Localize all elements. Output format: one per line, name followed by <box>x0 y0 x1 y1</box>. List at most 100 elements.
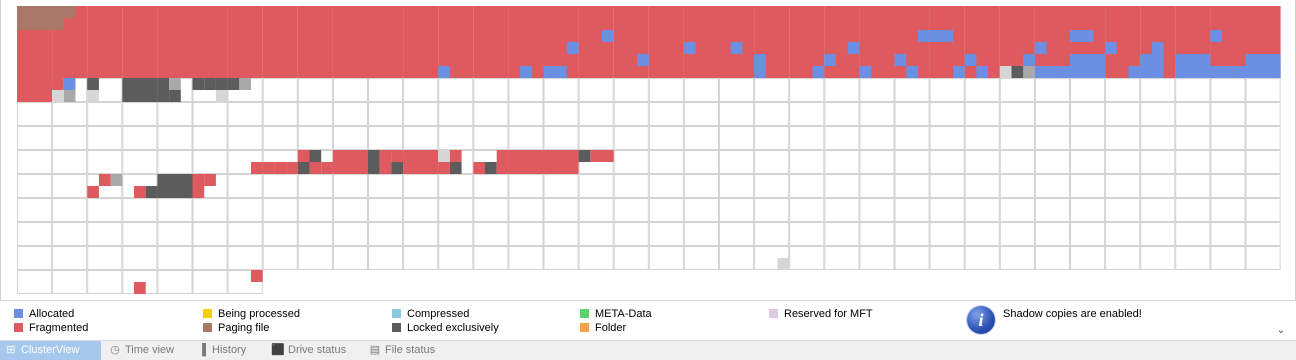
tab-file-status[interactable]: ▤ File status <box>364 341 440 360</box>
chevron-down-icon[interactable]: ⌄ <box>1274 324 1288 338</box>
cluster-block-fragmented <box>332 54 368 78</box>
cluster-block-free <box>192 150 228 174</box>
cluster-map-canvas[interactable] <box>1 0 1296 300</box>
cluster-cell <box>52 90 64 102</box>
cluster-block-free <box>1070 102 1106 126</box>
cluster-block-fragmented <box>1070 6 1106 30</box>
legend-label: META-Data <box>595 308 652 320</box>
cluster-block-locked <box>157 174 193 198</box>
cluster-view-map[interactable] <box>0 0 1296 300</box>
cluster-block-free <box>87 222 123 246</box>
cluster-block-free <box>1245 222 1281 246</box>
cluster-cell <box>999 66 1012 78</box>
cluster-block-free <box>438 198 474 222</box>
cluster-block-free <box>964 150 1000 174</box>
cluster-block-fragmented <box>262 6 298 30</box>
cluster-block-free <box>719 198 755 222</box>
cluster-cell <box>368 162 380 174</box>
cluster-cell <box>754 54 766 66</box>
cluster-block-free <box>403 246 439 270</box>
cluster-block-free <box>297 102 333 126</box>
cluster-block-free <box>227 126 263 150</box>
cluster-block-free <box>894 102 930 126</box>
cluster-block-free <box>648 78 684 102</box>
cluster-block-fragmented <box>648 30 684 54</box>
cluster-block-free <box>648 198 684 222</box>
cluster-cell <box>1023 66 1035 78</box>
cluster-cell <box>683 42 696 54</box>
cluster-cell <box>52 78 64 90</box>
cluster-cell <box>543 66 556 78</box>
cluster-block-fragmented <box>332 30 368 54</box>
cluster-block-fragmented <box>473 54 509 78</box>
cluster-block-free <box>929 246 965 270</box>
cluster-block-fragmented <box>17 30 53 54</box>
cluster-cell <box>578 150 591 162</box>
cluster-block-free <box>1140 174 1176 198</box>
cluster-block-fragmented <box>859 30 895 54</box>
cluster-block-free <box>438 174 474 198</box>
tab-drive-status[interactable]: ⬛ Drive status <box>267 341 351 360</box>
cluster-block-fragmented <box>789 30 825 54</box>
cluster-block-fragmented <box>999 6 1035 30</box>
cluster-cell <box>297 150 310 162</box>
cluster-cell <box>438 66 450 78</box>
file-icon: ▤ <box>369 344 381 356</box>
cluster-cell <box>63 78 76 90</box>
cluster-block-free <box>683 126 720 150</box>
cluster-cell <box>297 162 310 174</box>
cluster-block-free <box>894 78 930 102</box>
cluster-block-fragmented <box>613 30 649 54</box>
cluster-cell <box>157 90 170 102</box>
cluster-cell <box>812 66 825 78</box>
cluster-block-free <box>508 102 544 126</box>
cluster-block-fragmented <box>297 54 333 78</box>
tab-time-view[interactable]: ◷ Time view <box>104 341 184 360</box>
cluster-block-fragmented <box>508 6 544 30</box>
cluster-cell <box>192 78 205 90</box>
cluster-block-free <box>1034 246 1071 270</box>
cluster-block-free <box>403 222 439 246</box>
cluster-cell <box>204 78 216 90</box>
cluster-cell <box>134 282 146 294</box>
tab-label: Drive status <box>288 344 347 356</box>
cluster-block-free <box>87 126 123 150</box>
cluster-block-free <box>1210 78 1246 102</box>
cluster-cell <box>1128 66 1141 78</box>
cluster-block-free <box>999 102 1035 126</box>
cluster-block-fragmented <box>1105 6 1141 30</box>
tab-clusterview[interactable]: ⊞ ClusterView <box>0 341 101 360</box>
cluster-cell <box>157 78 170 90</box>
cluster-block-free <box>824 198 860 222</box>
cluster-cell <box>847 42 860 54</box>
tab-history[interactable]: ▐ History <box>191 341 255 360</box>
cluster-block-free <box>859 78 895 102</box>
cluster-block-free <box>578 102 614 126</box>
cluster-block-free <box>473 102 509 126</box>
cluster-block-free <box>964 102 1000 126</box>
cluster-cell <box>251 162 263 174</box>
cluster-block-fragmented <box>438 6 474 30</box>
cluster-block-free <box>824 78 860 102</box>
cluster-cell <box>1023 54 1035 66</box>
cluster-cell <box>368 150 380 162</box>
bar-chart-icon: ▐ <box>198 344 206 356</box>
legend-swatch-locked <box>392 323 401 332</box>
cluster-block-free <box>192 222 228 246</box>
cluster-cell <box>321 162 333 174</box>
cluster-block-free <box>754 150 790 174</box>
cluster-block-free <box>894 126 930 150</box>
cluster-cell <box>964 54 977 66</box>
legend-label: Paging file <box>218 322 270 334</box>
cluster-block-fragmented <box>578 6 614 30</box>
cluster-block-fragmented <box>157 6 193 30</box>
cluster-block-free <box>1070 246 1106 270</box>
cluster-block-allocated <box>1175 54 1211 78</box>
cluster-block-free <box>1245 246 1281 270</box>
cluster-cell <box>134 186 146 198</box>
cluster-cell <box>590 150 602 162</box>
cluster-cell <box>239 78 251 90</box>
cluster-block-free <box>789 198 825 222</box>
cluster-block-free <box>508 126 544 150</box>
cluster-block-fragmented <box>1245 6 1281 30</box>
